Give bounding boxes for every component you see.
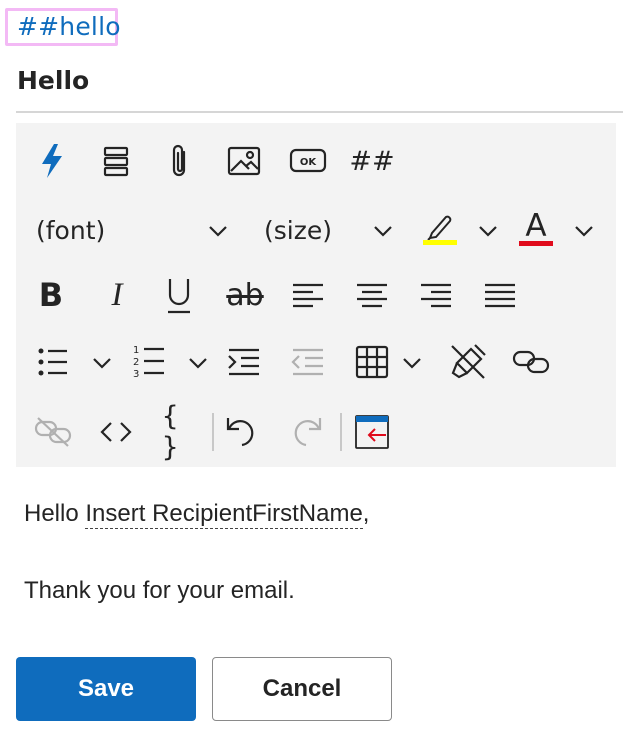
toolbar-separator <box>212 413 214 451</box>
toolbar-separator <box>340 413 342 451</box>
recipient-first-name-token[interactable]: Insert RecipientFirstName <box>85 500 363 529</box>
bullet-list-chevron-down-icon[interactable] <box>90 351 114 375</box>
size-chevron-down-icon[interactable] <box>371 219 395 243</box>
align-justify-icon[interactable] <box>482 279 518 311</box>
numbered-list-chevron-down-icon[interactable] <box>186 351 210 375</box>
align-left-icon[interactable] <box>290 279 326 311</box>
highlight-icon[interactable] <box>421 209 459 247</box>
indent-icon[interactable] <box>226 345 262 379</box>
highlight-chevron-down-icon[interactable] <box>476 219 500 243</box>
font-color-chevron-down-icon[interactable] <box>572 219 596 243</box>
template-tag-label: ##hello <box>17 12 121 41</box>
undo-icon[interactable] <box>224 413 260 451</box>
insert-link-icon[interactable] <box>512 347 550 377</box>
exit-editor-icon[interactable] <box>352 413 392 451</box>
clear-formatting-icon[interactable] <box>448 342 488 382</box>
template-title[interactable]: Hello <box>17 66 89 95</box>
body-line-1[interactable]: Hello Insert RecipientFirstName, <box>24 499 369 529</box>
paperclip-icon[interactable] <box>164 141 194 181</box>
cancel-button[interactable]: Cancel <box>212 657 392 721</box>
body-line-2[interactable]: Thank you for your email. <box>24 576 295 606</box>
template-tag: ##hello <box>5 8 121 46</box>
align-right-icon[interactable] <box>418 279 454 311</box>
table-icon[interactable] <box>354 344 390 380</box>
font-color-letter: A <box>525 208 546 244</box>
button-ok-label: OK <box>300 157 318 168</box>
redo-icon[interactable] <box>288 413 324 451</box>
table-chevron-down-icon[interactable] <box>400 351 424 375</box>
title-underline <box>16 111 623 113</box>
font-dropdown[interactable]: (font) <box>36 216 105 246</box>
hash-icon[interactable]: ## <box>349 145 394 177</box>
button-ok-icon[interactable]: OK <box>288 143 328 179</box>
size-dropdown[interactable]: (size) <box>264 216 332 246</box>
svg-text:1: 1 <box>133 345 139 356</box>
outdent-icon[interactable] <box>290 345 326 379</box>
stack-icon[interactable] <box>100 143 132 179</box>
editor-toolbar: OK ## (font) (size) A B I ab 1 2 3 {} <box>16 123 616 467</box>
bullet-list-icon[interactable] <box>36 345 70 379</box>
font-color-icon[interactable]: A <box>517 207 555 249</box>
lightning-icon[interactable] <box>36 141 68 181</box>
numbered-list-icon[interactable]: 123 <box>132 343 166 381</box>
underline-icon[interactable] <box>164 273 194 317</box>
bold-icon[interactable]: B <box>36 275 66 315</box>
image-icon[interactable] <box>226 143 262 179</box>
svg-text:2: 2 <box>133 357 139 368</box>
greeting-comma: , <box>362 500 370 527</box>
save-button[interactable]: Save <box>16 657 196 721</box>
greeting-text: Hello <box>24 500 79 527</box>
code-braces-icon[interactable]: { } <box>162 401 198 463</box>
code-view-icon[interactable] <box>98 417 134 447</box>
unlink-icon[interactable] <box>34 415 72 449</box>
strikethrough-icon[interactable]: ab <box>224 275 266 315</box>
italic-icon[interactable]: I <box>102 275 132 315</box>
font-chevron-down-icon[interactable] <box>206 219 230 243</box>
align-center-icon[interactable] <box>354 279 390 311</box>
strikethrough-label: ab <box>226 277 264 313</box>
svg-text:3: 3 <box>133 369 139 380</box>
